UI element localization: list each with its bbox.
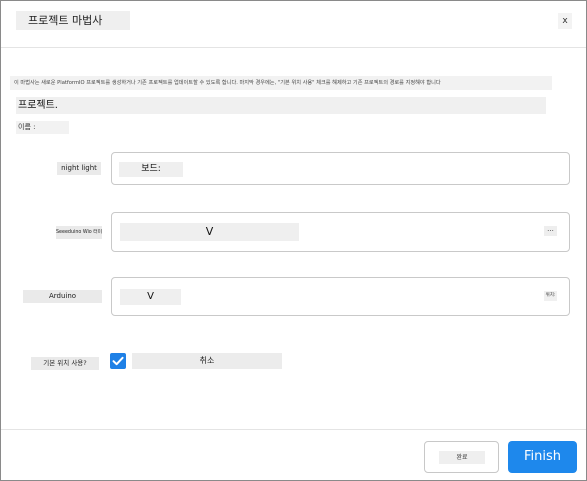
project-name-value: 보드: — [119, 162, 183, 177]
use-default-location-checkbox[interactable] — [110, 353, 126, 369]
project-wizard-dialog: 프로젝트 마법사 x 이 마법사는 새로운 PlatformIO 프로젝트를 생… — [0, 0, 587, 481]
board-value: V — [120, 223, 299, 241]
section-title: 프로젝트. — [16, 97, 546, 114]
framework-value: V — [120, 289, 181, 305]
board-label: Seeeduino Wio 터미널 — [56, 226, 102, 239]
footer-divider — [1, 429, 586, 430]
done-button-label: 완료 — [439, 451, 485, 464]
use-default-location-text: 취소 — [132, 353, 282, 369]
framework-select[interactable]: V 위치: — [111, 277, 570, 316]
wizard-description: 이 마법사는 새로운 PlatformIO 프로젝트를 생성하거나 기존 프로젝… — [10, 76, 552, 90]
header-divider — [1, 47, 586, 48]
name-label: 이름 : — [16, 121, 69, 134]
board-more-button[interactable]: ... — [544, 226, 557, 236]
location-label: 위치: — [544, 291, 557, 301]
framework-label: Arduino — [23, 290, 102, 303]
check-icon — [112, 356, 124, 366]
board-select[interactable]: V ... — [111, 212, 570, 252]
dialog-title: 프로젝트 마법사 — [16, 11, 130, 30]
use-default-location-label: 기본 위치 사용? — [31, 357, 99, 370]
done-button[interactable]: 완료 — [424, 441, 499, 473]
project-name-input[interactable]: 보드: — [111, 152, 570, 185]
close-button[interactable]: x — [558, 13, 572, 29]
project-name-label: night light — [57, 162, 101, 175]
finish-button[interactable]: Finish — [508, 441, 577, 473]
